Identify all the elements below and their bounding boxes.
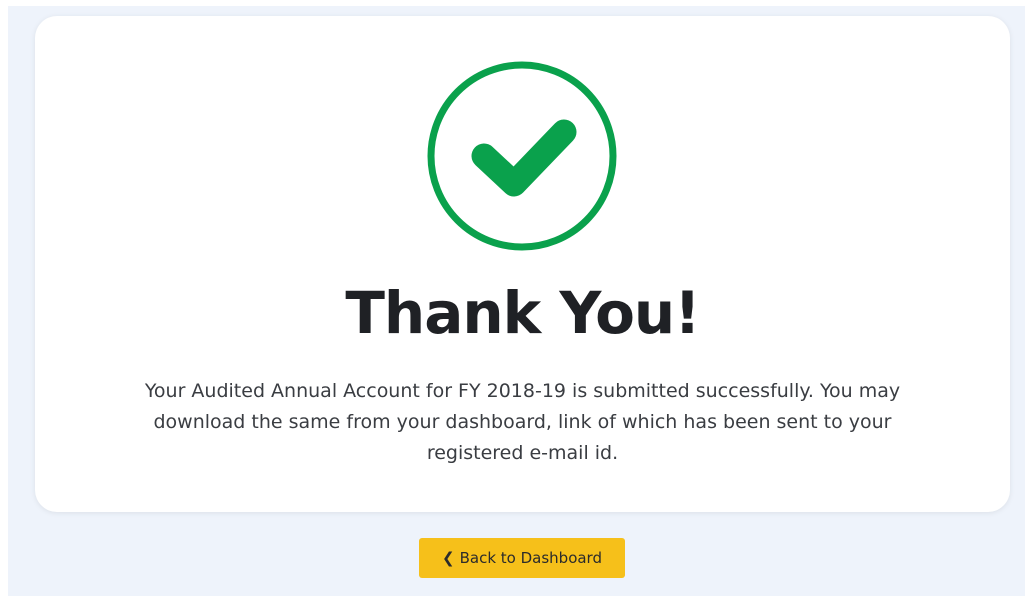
confirmation-message: Your Audited Annual Account for FY 2018-…: [144, 380, 901, 464]
back-to-dashboard-button[interactable]: ❮ Back to Dashboard: [419, 538, 625, 578]
page-title: Thank You!: [345, 279, 700, 347]
success-check-icon: [427, 61, 617, 251]
chevron-left-icon: ❮: [442, 548, 455, 567]
back-button-label: Back to Dashboard: [459, 549, 602, 567]
